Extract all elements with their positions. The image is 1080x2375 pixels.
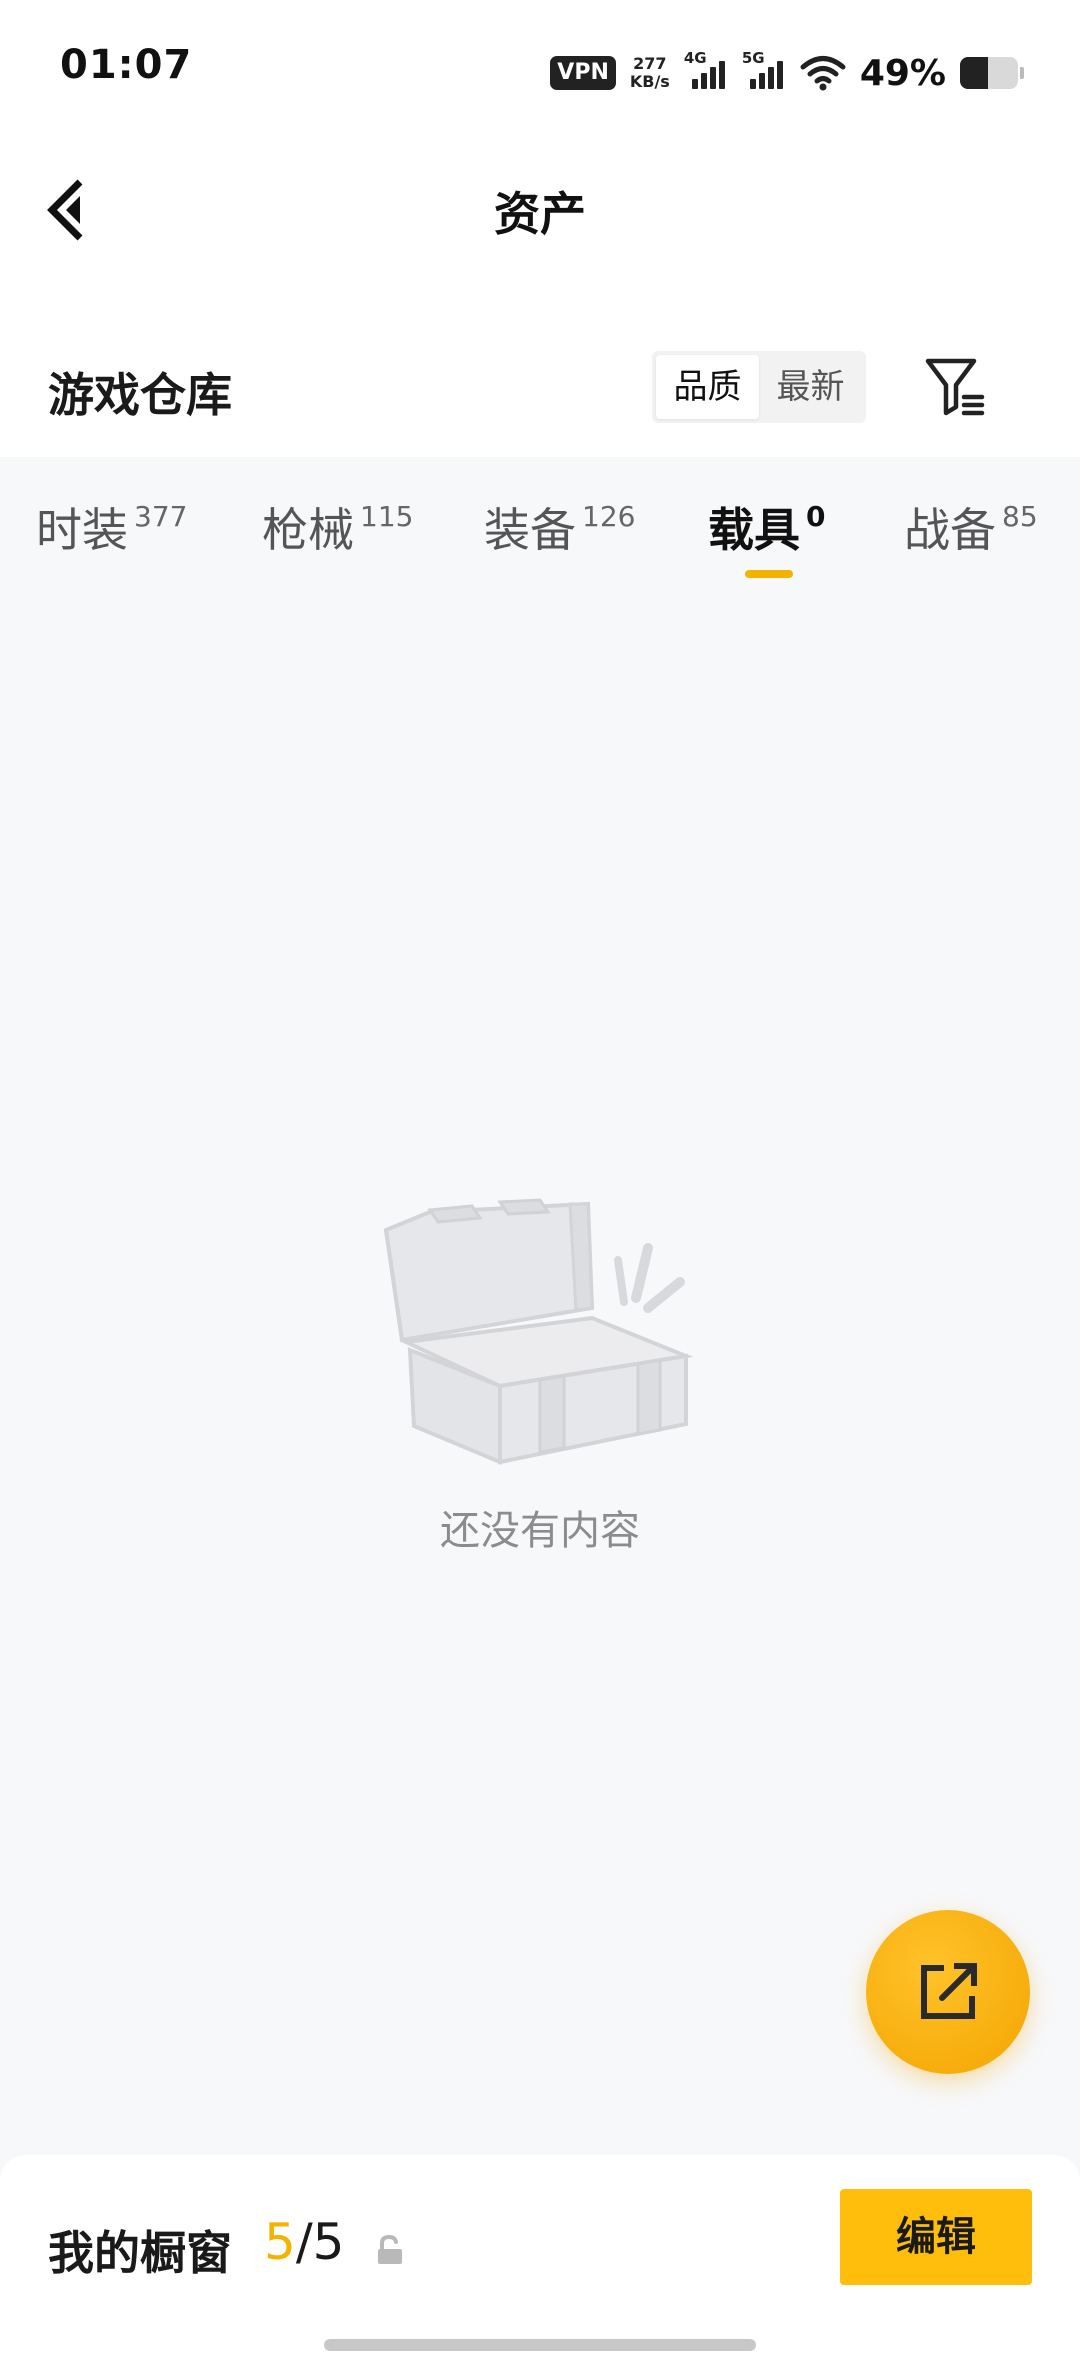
network-speed: 277 KB/s [630, 55, 670, 91]
sort-toggle: 品质 最新 [652, 351, 866, 423]
tab-label: 装备 [484, 503, 576, 557]
status-time: 01:07 [60, 42, 193, 88]
tab-count: 0 [806, 500, 826, 533]
active-tab-indicator [745, 570, 793, 578]
status-bar: 01:07 VPN 277 KB/s 4G 5G 49% [0, 0, 1080, 140]
filter-button[interactable] [922, 353, 988, 419]
showcase-count-current: 5 [264, 2213, 296, 2271]
showcase-label: 我的橱窗 [48, 2226, 232, 2280]
battery-icon [960, 57, 1018, 89]
status-icons: VPN 277 KB/s 4G 5G 49% [550, 48, 1024, 98]
showcase-count-total: 5 [312, 2213, 345, 2271]
tab-label: 时装 [36, 503, 128, 557]
tab-count: 115 [360, 500, 414, 533]
battery-fill [960, 57, 989, 89]
category-tabs: 时装 377 枪械 115 装备 126 载具 0 战备 85 [0, 480, 1080, 590]
showcase-count: 5/5 [264, 2213, 344, 2271]
tab-label: 枪械 [262, 503, 354, 557]
empty-box-illustration [383, 1198, 694, 1466]
home-indicator[interactable] [324, 2339, 756, 2351]
tab-count: 377 [134, 500, 188, 533]
tab-firearms[interactable]: 枪械 115 [262, 500, 413, 560]
filter-icon [925, 358, 985, 416]
tab-count: 126 [582, 500, 636, 533]
app-header: 资产 [0, 140, 1080, 270]
empty-state: 还没有内容 [0, 1190, 1080, 1570]
share-external-icon [921, 1963, 977, 2019]
tab-vehicles[interactable]: 载具 0 [708, 500, 825, 560]
lock-icon [378, 2235, 402, 2264]
tab-supplies[interactable]: 战备 85 [904, 500, 1038, 560]
sort-option-quality[interactable]: 品质 [656, 355, 759, 419]
network-speed-value: 277 [633, 54, 667, 73]
network-speed-unit: KB/s [629, 72, 670, 91]
section-title: 游戏仓库 [48, 368, 232, 422]
signal-5g-label: 5G [741, 49, 765, 67]
showcase-count-separator: / [295, 2213, 313, 2271]
empty-state-text: 还没有内容 [440, 1508, 640, 1554]
battery-percent: 49% [859, 52, 946, 94]
sort-option-latest[interactable]: 最新 [759, 355, 862, 419]
tab-label: 战备 [904, 503, 996, 557]
signal-4g-icon: 4G [684, 49, 728, 93]
tab-label: 载具 [708, 503, 800, 557]
signal-4g-label: 4G [683, 49, 707, 67]
vpn-badge: VPN [550, 56, 616, 90]
signal-5g-icon: 5G [742, 49, 786, 93]
tab-fashion[interactable]: 时装 377 [36, 500, 187, 560]
tab-count: 85 [1002, 500, 1038, 533]
page-title: 资产 [494, 187, 586, 241]
wifi-icon [800, 56, 846, 91]
tab-equipment[interactable]: 装备 126 [484, 500, 635, 560]
warehouse-header: 游戏仓库 品质 最新 [0, 345, 1080, 435]
share-fab-button[interactable] [866, 1910, 1030, 2074]
showcase-bar: 我的橱窗 5/5 编辑 [0, 2155, 1080, 2375]
edit-button[interactable]: 编辑 [840, 2189, 1032, 2285]
battery-tip [1020, 67, 1024, 79]
